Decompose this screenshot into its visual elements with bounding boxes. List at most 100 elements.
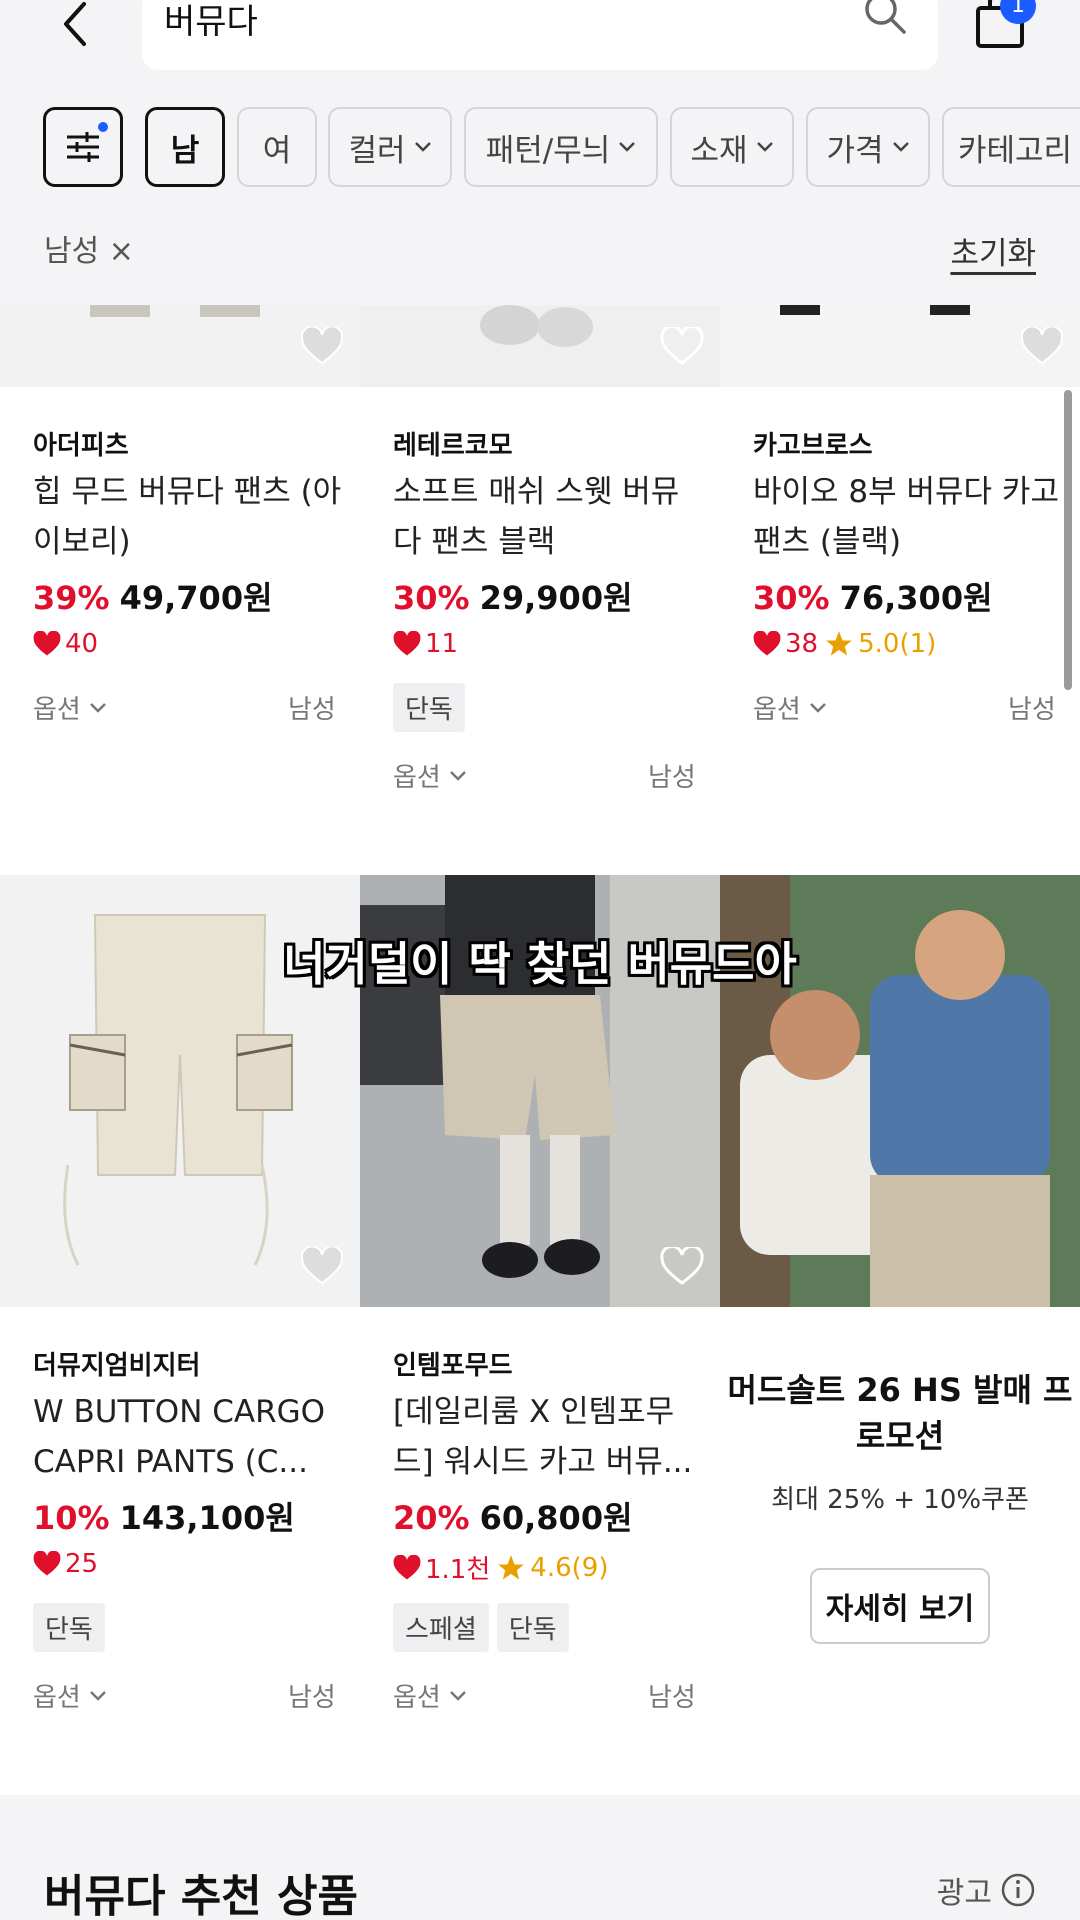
product-name[interactable]: 힙 무드 버뮤다 팬츠 (아이보리) (33, 467, 343, 567)
price-row: 39% 49,700원 (33, 573, 273, 619)
meta-row: 11 (393, 629, 458, 659)
heart-icon[interactable] (300, 327, 344, 367)
search-query-text: 버뮤다 (164, 2, 258, 42)
info-icon[interactable] (1000, 1872, 1036, 1908)
gender-label: 남성 (648, 1683, 696, 1713)
option-toggle[interactable]: 옵션 (33, 1677, 107, 1714)
badge-list: 단독 (393, 683, 473, 732)
chip-male[interactable]: 남 (145, 107, 225, 187)
price-row: 30% 76,300원 (753, 573, 993, 619)
exclusive-badge: 단독 (393, 683, 465, 732)
gender-label: 남성 (648, 763, 696, 793)
product-image[interactable] (0, 305, 360, 387)
product-name[interactable]: [데일리룸 X 인템포무드] 워시드 카고 버뮤... (393, 1387, 703, 1487)
heart-icon[interactable] (1020, 327, 1064, 367)
gender-label: 남성 (288, 1683, 336, 1713)
chip-price[interactable]: 가격 (806, 107, 930, 187)
discount-rate: 30% (753, 579, 830, 617)
heart-filled-icon (33, 631, 61, 656)
product-name[interactable]: 소프트 매쉬 스웻 버뮤다 팬츠 블랙 (393, 467, 703, 567)
product-image[interactable] (360, 305, 720, 387)
meta-row: 1.1천 4.6(9) (393, 1549, 608, 1586)
chevron-down-icon (89, 702, 106, 713)
brand-name[interactable]: 더뮤지엄비지터 (33, 1345, 200, 1382)
product-card[interactable]: 아더피츠 힙 무드 버뮤다 팬츠 (아이보리) 39% 49,700원 40 옵션… (0, 387, 360, 767)
heart-icon[interactable] (300, 1247, 344, 1287)
sliders-icon (67, 132, 99, 162)
ad-label[interactable]: 광고 (937, 1868, 1036, 1912)
chevron-down-icon (414, 142, 431, 152)
star-icon (498, 1554, 525, 1580)
badge-list: 스페셜 단독 (393, 1603, 577, 1652)
chip-pattern-label: 패턴/무늬 (485, 132, 611, 169)
product-name[interactable]: W BUTTON CARGO CAPRI PANTS (C... (33, 1387, 343, 1487)
product-card[interactable]: 레테르코모 소프트 매쉬 스웻 버뮤다 팬츠 블랙 30% 29,900원 11 … (360, 387, 720, 817)
like-count: 40 (65, 629, 99, 659)
like-count: 11 (425, 629, 459, 659)
brand-name[interactable]: 아더피츠 (33, 425, 129, 462)
like-count: 38 (785, 629, 819, 659)
price: 29,900원 (479, 579, 633, 617)
meta-row: 40 (33, 629, 98, 659)
option-label: 옵션 (393, 1683, 441, 1713)
recommend-section-title: 버뮤다 추천 상품 (44, 1871, 358, 1920)
price-row: 10% 143,100원 (33, 1493, 295, 1539)
product-name[interactable]: 바이오 8부 버뮤다 카고팬츠 (블랙) (753, 467, 1063, 567)
price: 60,800원 (479, 1499, 633, 1537)
brand-name[interactable]: 레테르코모 (393, 425, 513, 462)
product-card[interactable]: 인템포무드 [데일리룸 X 인템포무드] 워시드 카고 버뮤... 20% 60,… (360, 1307, 720, 1727)
discount-rate: 20% (393, 1499, 470, 1537)
applied-filter-tag[interactable]: 남성 × (44, 226, 134, 270)
brand-name[interactable]: 카고브로스 (753, 425, 873, 462)
applied-filters-row: 남성 × 초기화 (0, 226, 1080, 274)
option-toggle[interactable]: 옵션 (393, 757, 467, 794)
discount-rate: 39% (33, 579, 110, 617)
search-icon[interactable] (862, 0, 908, 36)
heart-filled-icon (393, 1554, 421, 1579)
option-toggle[interactable]: 옵션 (393, 1677, 467, 1714)
heart-filled-icon (393, 631, 421, 656)
filter-settings-button[interactable] (43, 107, 123, 187)
brand-name[interactable]: 인템포무드 (393, 1345, 513, 1382)
chevron-down-icon (619, 142, 636, 152)
price-row: 30% 29,900원 (393, 573, 633, 619)
chevron-down-icon (756, 142, 773, 152)
chevron-down-icon (449, 1690, 466, 1701)
filter-active-dot (98, 122, 108, 132)
filter-chip-bar: 남 여 컬러 패턴/무늬 소재 가격 카테고리 (0, 107, 1080, 189)
product-image[interactable] (720, 305, 1080, 387)
reset-filters-link[interactable]: 초기화 (950, 228, 1036, 273)
chevron-down-icon (892, 142, 909, 152)
chip-color[interactable]: 컬러 (328, 107, 452, 187)
chip-price-label: 가격 (826, 132, 884, 169)
chip-female[interactable]: 여 (237, 107, 317, 187)
meta-row: 25 (33, 1549, 98, 1579)
rating-text: 5.0(1) (858, 629, 937, 659)
chip-color-label: 컬러 (348, 132, 406, 169)
special-badge: 스페셜 (393, 1603, 489, 1652)
option-toggle[interactable]: 옵션 (753, 689, 827, 726)
product-card[interactable]: 카고브로스 바이오 8부 버뮤다 카고팬츠 (블랙) 30% 76,300원 38… (720, 387, 1080, 767)
chip-pattern[interactable]: 패턴/무늬 (464, 107, 658, 187)
chip-material[interactable]: 소재 (670, 107, 794, 187)
scrollbar[interactable] (1064, 390, 1072, 690)
heart-icon[interactable] (660, 327, 704, 367)
chevron-down-icon (89, 1690, 106, 1701)
like-count: 25 (65, 1549, 99, 1579)
badge-list: 단독 (33, 1603, 113, 1652)
back-arrow-icon[interactable] (56, 0, 96, 48)
promo-card[interactable]: 머드솔트 26 HS 발매 프로모션 최대 25% + 10%쿠폰 자세히 보기 (720, 1307, 1080, 1647)
heart-filled-icon (33, 1551, 61, 1576)
promo-detail-button[interactable]: 자세히 보기 (809, 1568, 991, 1644)
like-count: 1.1천 (425, 1555, 491, 1585)
option-toggle[interactable]: 옵션 (33, 689, 107, 726)
heart-icon[interactable] (660, 1247, 704, 1287)
option-label: 옵션 (33, 1683, 81, 1713)
chip-category[interactable]: 카테고리 (942, 107, 1080, 187)
discount-rate: 30% (393, 579, 470, 617)
rating-text: 4.6(9) (530, 1552, 609, 1583)
search-input[interactable]: 버뮤다 (142, 0, 938, 70)
product-card[interactable]: 더뮤지엄비지터 W BUTTON CARGO CAPRI PANTS (C...… (0, 1307, 360, 1727)
promo-subtitle: 최대 25% + 10%쿠폰 (771, 1485, 1029, 1515)
star-icon (826, 631, 852, 656)
